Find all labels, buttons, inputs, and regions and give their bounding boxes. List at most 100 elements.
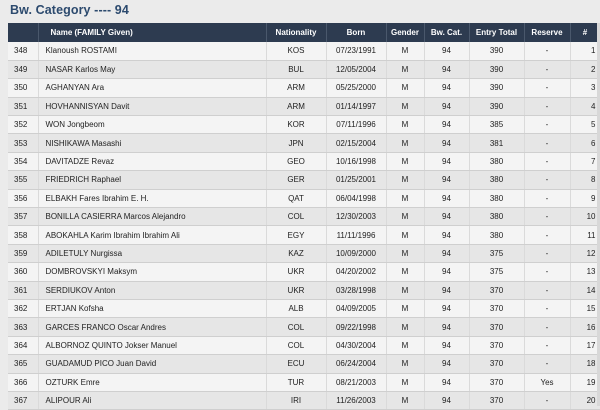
cell-nationality: JPN (266, 133, 327, 153)
cell-reserve: - (524, 115, 571, 135)
cell-born: 07/23/1991 (326, 42, 387, 61)
cell-bw-cat: 94 (424, 262, 470, 282)
cell-gender: M (386, 317, 425, 337)
table-row[interactable]: 356 ELBAKH Fares Ibrahim E. H. QAT 06/04/19… (8, 189, 600, 209)
table-row[interactable]: 365 GUADAMUD PICO Juan David ECU 06/24/2004… (8, 354, 600, 374)
cell-gender: M (386, 115, 425, 135)
cell-entry-total: 390 (469, 78, 525, 98)
header-born[interactable]: Born (326, 23, 387, 42)
cell-gender: M (386, 373, 425, 392)
cell-number: 357 (8, 207, 39, 227)
cell-number: 353 (8, 133, 39, 153)
cell-rank: 14 (570, 281, 600, 300)
table-row[interactable]: 353 NISHIKAWA Masashi JPN 02/15/2004 M 94 381-… (8, 133, 600, 153)
cell-name: ADILETULY Nurgissa (38, 244, 267, 264)
cell-number: 351 (8, 97, 39, 117)
table-row[interactable]: 349 NASAR Karlos May BUL 12/05/2004 M 94 390-2 (8, 60, 600, 80)
cell-number: 356 (8, 189, 39, 209)
cell-entry-total: 370 (469, 336, 525, 356)
cell-number: 366 (8, 373, 39, 392)
header-name[interactable]: Name (FAMILY Given) (38, 23, 267, 42)
table-row[interactable]: 361 SERDIUKOV Anton UKR 03/28/1998 M 94 370-14 (8, 281, 600, 300)
cell-nationality: UKR (266, 281, 327, 300)
header-nationality[interactable]: Nationality (266, 23, 327, 42)
cell-bw-cat: 94 (424, 60, 470, 80)
cell-entry-total: 370 (469, 299, 525, 319)
cell-gender: M (386, 299, 425, 319)
cell-name: ERTJAN Kofsha (38, 299, 267, 319)
cell-entry-total: 390 (469, 42, 525, 61)
cell-rank: 13 (570, 262, 600, 282)
cell-entry-total: 380 (469, 189, 525, 209)
cell-reserve: - (524, 299, 571, 319)
header-entry-total[interactable]: Entry Total (469, 23, 525, 42)
cell-name: AGHANYAN Ara (38, 78, 267, 98)
table-row[interactable]: 355 FRIEDRICH Raphael GER 01/25/2001 M 94 380-… (8, 170, 600, 190)
cell-born: 01/25/2001 (326, 170, 387, 190)
table-row[interactable]: 357 BONILLA CASIERRA Marcos Alejandro COL 1… (8, 207, 600, 227)
cell-bw-cat: 94 (424, 225, 470, 245)
cell-gender: M (386, 336, 425, 356)
cell-entry-total: 370 (469, 373, 525, 392)
table-row[interactable]: 364 ALBORNOZ QUINTO Jokser Manuel COL 04/30… (8, 336, 600, 356)
cell-reserve: - (524, 244, 571, 264)
table-row[interactable]: 359 ADILETULY Nurgissa KAZ 10/09/2000 M 94 375… (8, 244, 600, 264)
cell-number: 361 (8, 281, 39, 300)
cell-number: 358 (8, 225, 39, 245)
cell-name: ABOKAHLA Karim Ibrahim Ibrahim Ali (38, 225, 267, 245)
cell-gender: M (386, 391, 425, 410)
cell-entry-total: 381 (469, 133, 525, 153)
cell-gender: M (386, 281, 425, 300)
cell-name: OZTURK Emre (38, 373, 267, 392)
cell-reserve: - (524, 207, 571, 227)
cell-gender: M (386, 78, 425, 98)
cell-reserve: - (524, 42, 571, 61)
cell-rank: 16 (570, 317, 600, 337)
cell-nationality: COL (266, 336, 327, 356)
table-header-row: Name (FAMILY Given) Nationality Born Gen… (8, 23, 600, 42)
cell-bw-cat: 94 (424, 299, 470, 319)
cell-gender: M (386, 42, 425, 61)
table-row[interactable]: 352 WON Jongbeom KOR 07/11/1996 M 94 385-5 (8, 115, 600, 135)
cell-reserve: - (524, 281, 571, 300)
cell-nationality: ECU (266, 354, 327, 374)
cell-reserve: - (524, 189, 571, 209)
cell-bw-cat: 94 (424, 42, 470, 61)
cell-bw-cat: 94 (424, 152, 470, 172)
table-row[interactable]: 358 ABOKAHLA Karim Ibrahim Ibrahim Ali EGY… (8, 225, 600, 245)
cell-born: 08/21/2003 (326, 373, 387, 392)
cell-entry-total: 370 (469, 354, 525, 374)
header-reserve[interactable]: Reserve (524, 23, 571, 42)
cell-born: 07/11/1996 (326, 115, 387, 135)
cell-number: 365 (8, 354, 39, 374)
cell-name: ELBAKH Fares Ibrahim E. H. (38, 189, 267, 209)
cell-number: 367 (8, 391, 39, 410)
cell-rank: 9 (570, 189, 600, 209)
cell-gender: M (386, 225, 425, 245)
cell-name: WON Jongbeom (38, 115, 267, 135)
table-row[interactable]: 354 DAVITADZE Revaz GEO 10/16/1998 M 94 380-7 (8, 152, 600, 172)
table-row[interactable]: 350 AGHANYAN Ara ARM 05/25/2000 M 94 390-3 (8, 78, 600, 98)
cell-reserve: - (524, 336, 571, 356)
table-row[interactable]: 362 ERTJAN Kofsha ALB 04/09/2005 M 94 370-15 (8, 299, 600, 319)
cell-gender: M (386, 207, 425, 227)
header-rank[interactable]: # (570, 23, 600, 42)
cell-born: 05/25/2000 (326, 78, 387, 98)
table-row[interactable]: 366 OZTURK Emre TUR 08/21/2003 M 94 370 Yes 19 (8, 373, 600, 392)
cell-bw-cat: 94 (424, 244, 470, 264)
cell-bw-cat: 94 (424, 133, 470, 153)
cell-name: HOVHANNISYAN Davit (38, 97, 267, 117)
cell-born: 03/28/1998 (326, 281, 387, 300)
header-bw-cat[interactable]: Bw. Cat. (424, 23, 470, 42)
cell-nationality: GER (266, 170, 327, 190)
table-row[interactable]: 367 ALIPOUR Ali IRI 11/26/2003 M 94 370-20 (8, 391, 600, 410)
cell-entry-total: 380 (469, 225, 525, 245)
entry-list-table: Name (FAMILY Given) Nationality Born Gen… (8, 23, 600, 410)
cell-nationality: GEO (266, 152, 327, 172)
table-row[interactable]: 351 HOVHANNISYAN Davit ARM 01/14/1997 M 94 390… (8, 97, 600, 117)
table-row[interactable]: 363 GARCES FRANCO Oscar Andres COL 09/22/19… (8, 317, 600, 337)
header-gender[interactable]: Gender (386, 23, 425, 42)
table-row[interactable]: 360 DOMBROVSKYI Maksym UKR 04/20/2002 M 94 375… (8, 262, 600, 282)
table-row[interactable]: 348 Klanoush ROSTAMI KOS 07/23/1991 M 94 390-1 (8, 42, 600, 61)
cell-gender: M (386, 152, 425, 172)
